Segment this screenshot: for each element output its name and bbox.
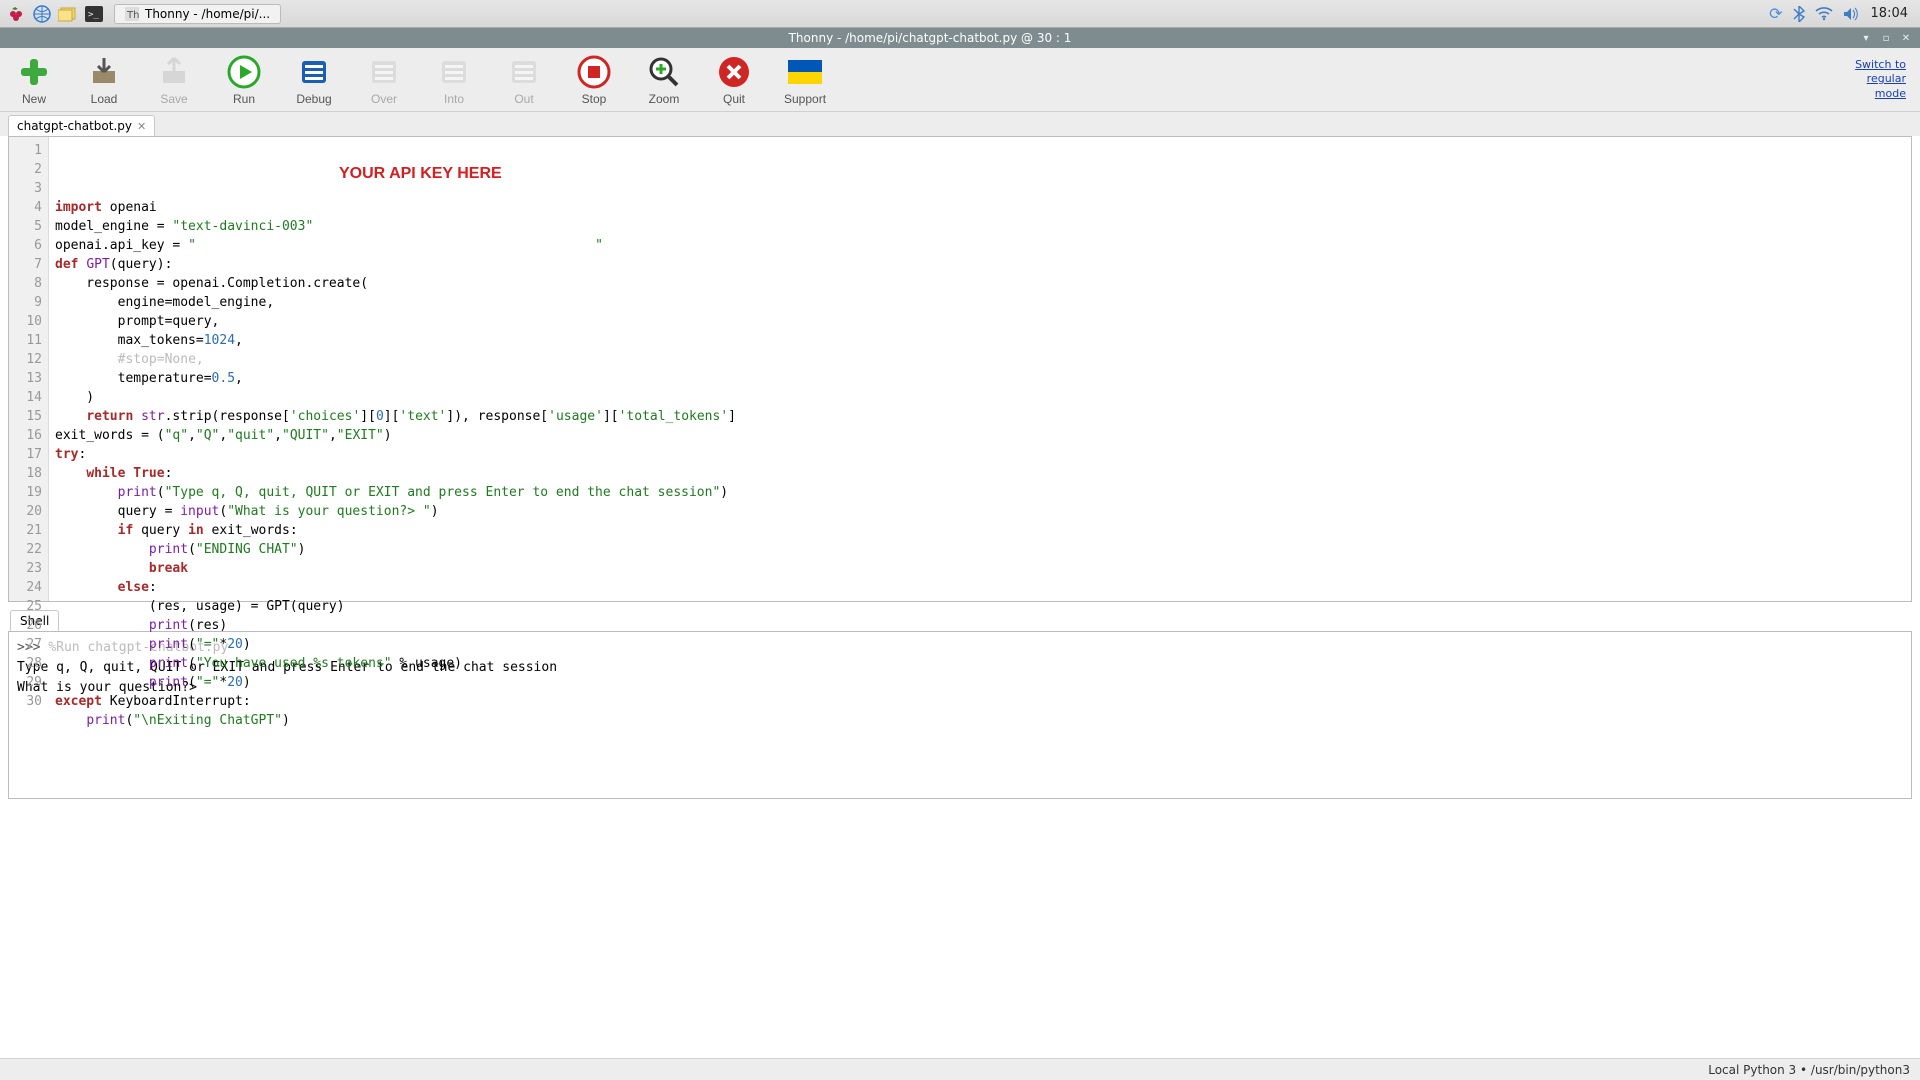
quit-icon [716,54,752,90]
clock[interactable]: 18:04 [1871,6,1914,21]
raspberry-menu-icon[interactable] [6,4,26,24]
bluetooth-icon[interactable] [1793,6,1805,22]
out-button: Out [504,54,544,106]
file-manager-icon[interactable] [58,4,78,24]
interpreter-label[interactable]: Local Python 3 • /usr/bin/python3 [1708,1063,1910,1077]
over-button: Over [364,54,404,106]
web-browser-icon[interactable] [32,4,52,24]
code-editor[interactable]: 1 2 3 4 5 6 7 8 9 10 11 12 13 14 15 16 1… [8,136,1912,602]
file-tab-label: chatgpt-chatbot.py [17,119,132,133]
plus-icon [16,54,52,90]
taskbar-app-tab[interactable]: Th Thonny - /home/pi/... [114,4,281,24]
thonny-icon: Th [125,7,139,21]
svg-text:Th: Th [126,10,139,21]
load-icon [86,54,122,90]
toolbar: New Load Save Run Debug Over Into Out St… [0,48,1920,112]
wifi-icon[interactable] [1815,7,1833,21]
stop-button[interactable]: Stop [574,54,614,106]
maximize-button[interactable]: ▫ [1878,30,1894,46]
new-button[interactable]: New [14,54,54,106]
editor-tabrow: chatgpt-chatbot.py ✕ [0,112,1920,136]
volume-icon[interactable] [1843,7,1861,21]
play-icon [226,54,262,90]
file-tab[interactable]: chatgpt-chatbot.py ✕ [8,115,155,136]
close-tab-icon[interactable]: ✕ [137,120,146,133]
close-button[interactable]: ✕ [1898,30,1914,46]
window-titlebar: Thonny - /home/pi/chatgpt-chatbot.py @ 3… [0,28,1920,48]
svg-text:>_: >_ [88,10,99,20]
status-bar: Local Python 3 • /usr/bin/python3 [0,1058,1920,1080]
quit-button[interactable]: Quit [714,54,754,106]
debug-button[interactable]: Debug [294,54,334,106]
step-out-icon [506,54,542,90]
step-over-icon [366,54,402,90]
updates-icon[interactable]: ⟳ [1769,4,1782,23]
code-area[interactable]: YOUR API KEY HERE import openaimodel_eng… [49,137,1911,601]
zoom-icon [646,54,682,90]
switch-mode-link[interactable]: Switch to regular mode [1855,58,1906,101]
save-icon [156,54,192,90]
into-button: Into [434,54,474,106]
debug-icon [296,54,332,90]
api-key-overlay: YOUR API KEY HERE [339,164,502,183]
stop-icon [576,54,612,90]
zoom-button[interactable]: Zoom [644,54,684,106]
os-taskbar: >_ Th Thonny - /home/pi/... ⟳ 18:04 [0,0,1920,28]
save-button: Save [154,54,194,106]
run-button[interactable]: Run [224,54,264,106]
load-button[interactable]: Load [84,54,124,106]
terminal-icon[interactable]: >_ [84,4,104,24]
support-button[interactable]: Support [784,54,826,106]
minimize-button[interactable]: ▾ [1858,30,1874,46]
taskbar-app-label: Thonny - /home/pi/... [145,7,270,21]
ukraine-flag-icon [787,54,823,90]
window-title: Thonny - /home/pi/chatgpt-chatbot.py @ 3… [6,31,1854,45]
line-gutter: 1 2 3 4 5 6 7 8 9 10 11 12 13 14 15 16 1… [9,137,49,601]
step-into-icon [436,54,472,90]
